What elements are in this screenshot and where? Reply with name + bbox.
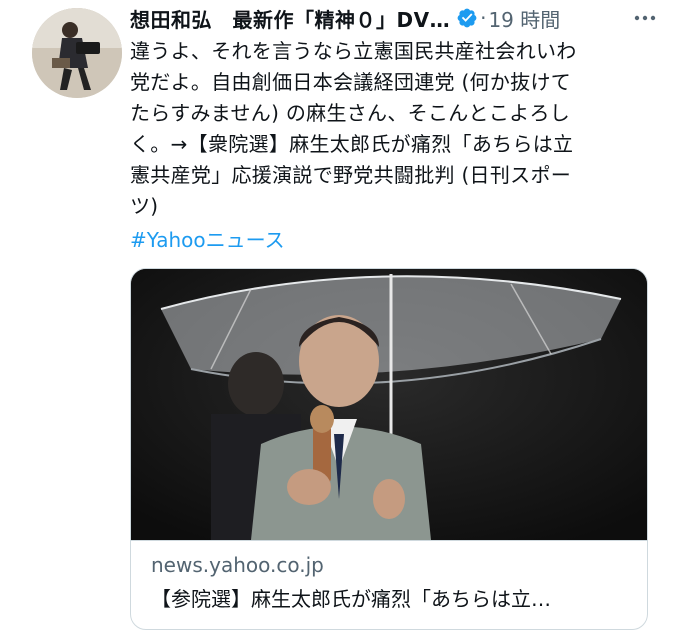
news-photo <box>131 269 647 540</box>
avatar-photo <box>32 8 122 98</box>
hashtag-line: #Yahooニュース <box>130 225 285 256</box>
tweet-timestamp[interactable]: 19 時間 <box>488 4 560 33</box>
hashtag-suffix[interactable]: ニュース <box>206 228 285 252</box>
tweet-text-line: く。→【衆院選】麻生太郎氏が痛烈「あちらは立 <box>130 132 574 156</box>
tweet-body: 違うよ、それを言うなら立憲国民共産社会れいわ 党だよ。自由創価日本会議経団連党 … <box>130 36 650 222</box>
more-options-icon[interactable] <box>632 6 658 30</box>
tweet-text-line: ツ) <box>130 194 159 218</box>
tweet-text-line: 違うよ、それを言うなら立憲国民共産社会れいわ <box>130 39 577 63</box>
card-domain[interactable]: news.yahoo.co.jp <box>151 553 324 577</box>
verified-badge-icon <box>457 8 477 28</box>
tweet-header: 想田和弘 最新作「精神０」DV… · 19 時間 <box>130 4 660 32</box>
author-avatar[interactable] <box>32 8 122 98</box>
link-preview-card[interactable]: news.yahoo.co.jp 【参院選】麻生太郎氏が痛烈「あちらは立… <box>130 268 648 630</box>
tweet-text-line: たらすみません) の麻生さん、そこんとこよろし <box>130 101 571 125</box>
card-divider <box>131 540 647 541</box>
header-separator: · <box>480 6 487 30</box>
author-name[interactable]: 想田和弘 最新作「精神０」DV… <box>130 4 450 33</box>
card-title[interactable]: 【参院選】麻生太郎氏が痛烈「あちらは立… <box>151 583 551 612</box>
card-image[interactable] <box>131 269 647 540</box>
tweet-text-line: 党だよ。自由創価日本会議経団連党 (何か抜けて <box>130 70 572 94</box>
hashtag-link[interactable]: #Yahoo <box>130 228 206 252</box>
tweet-text-line: 憲共産党」応援演説で野党共闘批判 (日刊スポー <box>130 163 572 187</box>
